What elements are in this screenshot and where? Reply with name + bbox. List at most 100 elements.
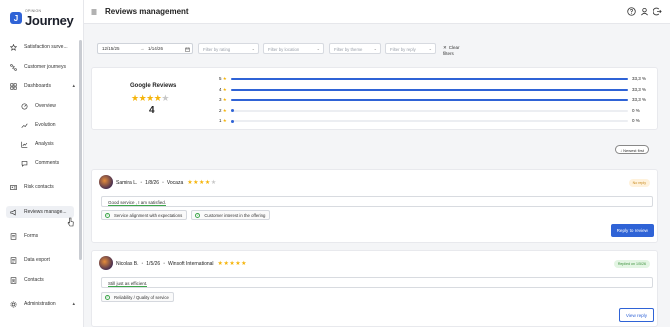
rating-distribution-row: 4 ★ 33,3 %	[219, 87, 654, 93]
sidebar-item-data-export[interactable]: Data export	[9, 256, 79, 264]
review-date: 1/5/26	[146, 260, 161, 267]
trend-icon	[20, 121, 28, 129]
distribution-fill	[231, 78, 628, 80]
sidebar-item-administration[interactable]: Administration ▴	[9, 300, 79, 308]
check-circle-icon: ✓	[105, 294, 110, 300]
review-author: Samira L.	[116, 179, 138, 186]
tag-label: Service alignment with expectations	[114, 212, 183, 218]
chevron-down-icon: ⌄	[373, 46, 377, 51]
distribution-fill	[231, 88, 628, 91]
tag-label: Customer interest in the offering	[204, 212, 266, 218]
chevron-down-icon: ⌄	[428, 46, 432, 51]
mouse-cursor-icon	[67, 217, 74, 227]
distribution-fill	[231, 99, 628, 101]
avatar	[99, 256, 113, 270]
export-icon	[9, 256, 17, 264]
review-header: Samira L. • 1/8/26 • Vocaza ★★★★★	[116, 179, 217, 187]
logo[interactable]: J OPINION Journey	[10, 9, 74, 28]
star-filled-icon: ★	[241, 261, 247, 267]
sidebar-item-label: Data export	[24, 257, 50, 263]
hamburger-menu-icon[interactable]	[91, 9, 97, 15]
separator-icon: •	[141, 260, 144, 267]
star-filled-icon: ★	[146, 93, 154, 103]
distribution-percent: 33,3 %	[632, 86, 647, 92]
tag-chip: ✓ Reliability / Quality of service	[101, 292, 174, 302]
review-comment-text: Still just as efficient.	[108, 280, 148, 287]
separator-icon: •	[140, 179, 143, 186]
sidebar-item-satisfaction-surveys[interactable]: Satisfaction surve...	[9, 43, 79, 51]
sidebar-item-dashboards[interactable]: Dashboards ▴	[9, 82, 79, 90]
distribution-track	[231, 119, 628, 123]
distribution-star-label: 1 ★	[219, 118, 227, 123]
chevron-down-icon: ⌄	[316, 46, 320, 51]
reply-to-review-button[interactable]: Reply to review	[610, 224, 654, 237]
address-book-icon	[9, 276, 17, 284]
sidebar-item-contacts[interactable]: Contacts	[9, 276, 79, 284]
review-location: Vocaza	[166, 179, 184, 186]
review-rating-stars: ★★★★★	[218, 260, 247, 267]
review-tags: ✓ Service alignment with expectations ✓ Cu…	[101, 210, 271, 220]
distribution-percent: 0 %	[632, 118, 640, 123]
top-bar: Reviews management	[84, 0, 670, 24]
tag-label: Reliability / Quality of service	[114, 294, 169, 300]
logo-icon: J	[10, 12, 22, 25]
distribution-star-label: 5 ★	[219, 76, 227, 81]
sort-button[interactable]: ↓ Newest first	[615, 145, 650, 154]
date-to-value: 1/14/26	[148, 46, 164, 51]
sidebar-scrollbar[interactable]	[79, 40, 82, 260]
distribution-fill	[231, 109, 234, 112]
calendar-icon[interactable]	[185, 47, 190, 52]
form-icon	[9, 232, 17, 240]
sort-label: Newest first	[623, 147, 645, 153]
star-filled-icon: ★	[222, 86, 227, 92]
sidebar-item-label: Analysis	[35, 141, 54, 147]
megaphone-icon	[9, 208, 17, 216]
filter-location-dropdown[interactable]: Filter by location ⌄	[263, 43, 324, 54]
distribution-star-label: 3 ★	[219, 97, 227, 102]
filter-reply-dropdown[interactable]: Filter by reply ⌄	[385, 43, 436, 54]
chevron-down-icon: ⌄	[251, 46, 255, 51]
sidebar-item-label: Dashboards	[24, 83, 51, 89]
rating-distribution-row: 5 ★ 33,3 %	[219, 76, 654, 82]
sidebar-item-forms[interactable]: Forms	[9, 232, 79, 240]
review-author: Nicolas B.	[116, 260, 139, 267]
sidebar-item-label: Reviews manage...	[24, 209, 67, 215]
sidebar-item-label: Administration	[24, 301, 56, 307]
review-location: Winsoft International	[167, 260, 214, 267]
arrow-down-icon: ↓	[620, 147, 622, 153]
average-rating-stars: ★★★★★	[131, 93, 169, 104]
help-icon[interactable]	[627, 7, 636, 16]
sidebar-item-label: Risk contacts	[24, 184, 54, 190]
contact-card-icon	[9, 183, 17, 191]
date-range-picker[interactable]: 12/15/25 → 1/14/26	[97, 43, 193, 54]
rating-summary-card: Google Reviews ★ ★ ★ ★ ★ 4 5 ★ 33,3 % 4 ★ 33,3 …	[91, 67, 658, 130]
filter-reply-placeholder: Filter by reply	[390, 46, 416, 52]
range-arrow-icon: →	[140, 46, 145, 51]
filter-theme-dropdown[interactable]: Filter by theme ⌄	[329, 43, 381, 54]
line-chart-icon	[20, 140, 28, 148]
gear-icon	[9, 300, 17, 308]
distribution-fill	[231, 119, 234, 123]
filter-rating-dropdown[interactable]: Filter by rating ⌄	[198, 43, 259, 54]
star-filled-icon: ★	[222, 97, 227, 102]
sidebar-item-label: Satisfaction surve...	[24, 44, 68, 50]
tag-chip: ✓ Service alignment with expectations	[101, 210, 188, 220]
distribution-track	[231, 88, 628, 91]
distribution-star-label: 2 ★	[219, 107, 227, 113]
sidebar-item-customer-journeys[interactable]: Customer journeys	[9, 63, 79, 71]
sidebar-item-risk-contacts[interactable]: Risk contacts	[9, 183, 79, 191]
separator-icon: •	[162, 179, 164, 186]
sidebar-item-reviews-management[interactable]: Reviews manage...	[6, 206, 74, 218]
distribution-track	[231, 109, 628, 112]
clear-filters-button[interactable]: ✕ Clear filters	[443, 45, 460, 56]
rating-distribution-row: 2 ★ 0 %	[219, 108, 654, 114]
check-circle-icon: ✓	[195, 212, 201, 218]
view-reply-button[interactable]: View reply	[618, 308, 654, 322]
logout-icon[interactable]	[653, 7, 662, 16]
distribution-percent: 33,3 %	[632, 76, 647, 81]
star-filled-icon: ★	[131, 93, 139, 103]
star-empty-icon: ★	[161, 93, 169, 103]
logo-name: Journey	[25, 12, 74, 28]
user-icon[interactable]	[640, 7, 649, 16]
grid-icon	[9, 82, 17, 90]
